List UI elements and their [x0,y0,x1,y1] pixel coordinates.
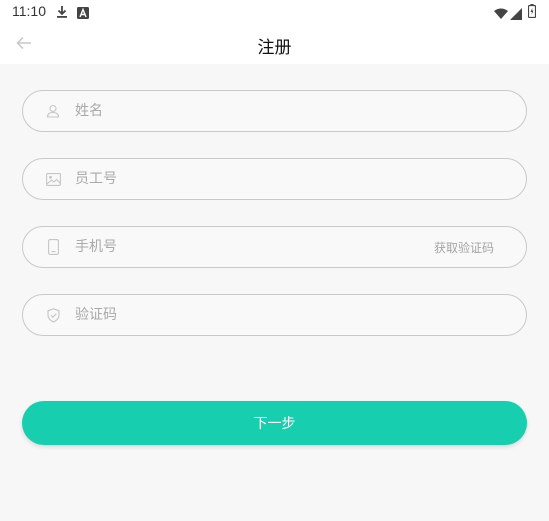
employee-id-input[interactable] [75,159,415,199]
a-badge-icon [77,4,89,23]
battery-icon [527,3,537,22]
person-icon [45,103,61,119]
wifi-icon [494,5,508,24]
status-time: 11:10 [12,3,46,19]
employee-id-field[interactable] [22,158,527,200]
image-card-icon [45,171,61,187]
app-bar: 注册 [0,24,549,64]
phone-field[interactable]: 获取验证码 [22,226,527,268]
verification-code-field[interactable] [22,294,527,336]
page-title: 注册 [257,38,292,58]
next-step-button[interactable]: 下一步 [22,401,527,445]
name-field[interactable] [22,90,527,132]
phone-icon [45,239,61,255]
get-code-button[interactable]: 获取验证码 [434,239,494,256]
phone-input[interactable] [75,227,415,267]
verification-code-input[interactable] [75,295,415,335]
name-input[interactable] [75,91,415,131]
shield-check-icon [45,307,61,323]
download-icon [56,4,68,23]
status-bar: 11:10 [0,0,549,24]
signal-icon [510,5,522,24]
